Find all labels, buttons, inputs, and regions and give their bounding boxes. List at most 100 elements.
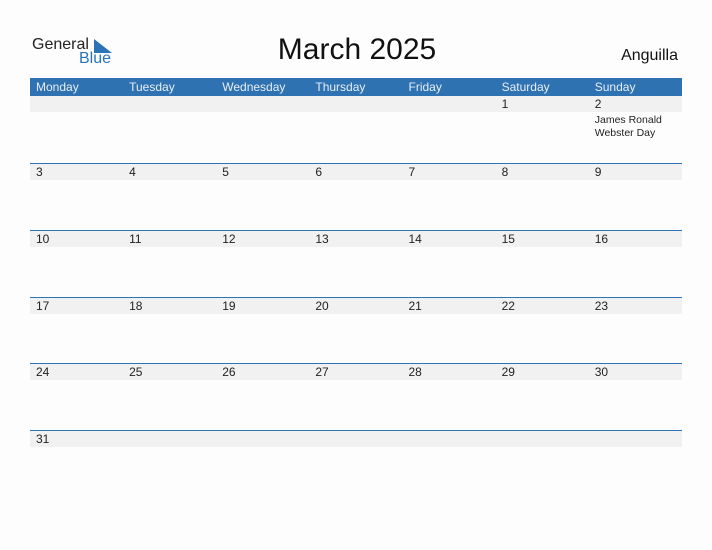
week-events [30,447,682,449]
day-event [496,380,589,382]
day-number [123,96,216,112]
week-events [30,247,682,249]
week-events [30,180,682,182]
day-event [589,180,682,182]
day-event: James Ronald Webster Day [594,114,662,139]
weekday-tuesday: Tuesday [129,80,175,94]
day-number: 4 [129,165,136,179]
day-event [403,447,496,449]
day-number: 13 [315,232,329,246]
week-row: 1 2 James Ronald Webster Day [30,96,682,140]
week-row: 17 18 19 20 21 22 23 [30,297,682,316]
day-event [216,380,309,382]
day-event [30,380,123,382]
day-event [403,112,496,140]
day-number [403,431,496,447]
week-events [30,380,682,382]
day-number: 25 [129,365,143,379]
day-number: 5 [222,165,229,179]
day-event [403,314,496,316]
weekday-friday: Friday [408,80,442,94]
day-event [30,112,123,140]
day-number: 3 [36,165,43,179]
week-date-bar: 24 25 26 27 28 29 30 [30,363,682,380]
day-number [309,96,402,112]
day-number: 23 [594,299,609,313]
day-event [123,380,216,382]
day-number: 19 [222,299,236,313]
day-event [309,180,402,182]
day-number: 2 [594,97,602,111]
day-number [30,96,123,112]
day-number: 29 [501,365,515,379]
day-event [496,447,589,449]
week-row: 31 [30,430,682,449]
day-event [309,247,402,249]
day-number: 17 [36,299,50,313]
calendar-title: March 2025 [0,33,712,67]
day-event [216,180,309,182]
day-event [216,447,309,449]
week-date-bar: 31 [30,430,682,447]
week-row: 24 25 26 27 28 29 30 [30,363,682,382]
day-number: 14 [408,232,422,246]
week-date-bar: 3 4 5 6 7 8 9 [30,163,682,180]
day-number: 31 [36,432,50,446]
day-event [309,447,402,449]
weekday-wednesday: Wednesday [222,80,286,94]
day-event [309,314,402,316]
day-event [30,180,123,182]
day-number: 8 [501,165,509,179]
day-event [589,314,682,316]
day-event [309,112,402,140]
week-date-bar: 10 11 12 13 14 15 16 [30,230,682,247]
day-number: 9 [594,165,602,179]
day-number: 24 [36,365,50,379]
week-row: 10 11 12 13 14 15 16 [30,230,682,249]
day-event [496,180,589,182]
day-event [216,314,309,316]
day-event [123,112,216,140]
weekday-monday: Monday [36,80,79,94]
day-event [30,447,123,449]
day-event [123,180,216,182]
day-event [123,247,216,249]
day-number: 30 [594,365,609,379]
day-number: 18 [129,299,143,313]
weekday-saturday: Saturday [501,80,550,94]
calendar-title-text: March 2025 [277,33,437,66]
day-event [589,380,682,382]
day-number: 10 [36,232,50,246]
day-event [496,112,589,140]
weekday-thursday: Thursday [315,80,366,94]
day-number [589,431,682,447]
day-event [496,314,589,316]
country-label: Anguilla [621,47,678,64]
week-date-bar: 17 18 19 20 21 22 23 [30,297,682,314]
day-event [30,247,123,249]
day-number: 16 [594,232,609,246]
day-number: 22 [501,299,515,313]
day-event [403,180,496,182]
day-event [403,247,496,249]
day-event [589,247,682,249]
day-event [403,380,496,382]
week-date-bar: 12 [30,96,682,112]
day-number: 12 [222,232,236,246]
day-number: 15 [501,232,515,246]
day-number: 6 [315,165,323,179]
day-number: 27 [315,365,329,379]
day-event [123,314,216,316]
day-number: 26 [222,365,236,379]
day-event [216,247,309,249]
day-event [30,314,123,316]
day-number: 1 [501,97,509,111]
day-number [403,96,496,112]
day-number [309,431,402,447]
week-events: James Ronald Webster Day [30,112,682,140]
day-number: 28 [408,365,422,379]
day-event [216,112,309,140]
day-number [216,431,309,447]
day-event [123,447,216,449]
day-number: 21 [408,299,422,313]
